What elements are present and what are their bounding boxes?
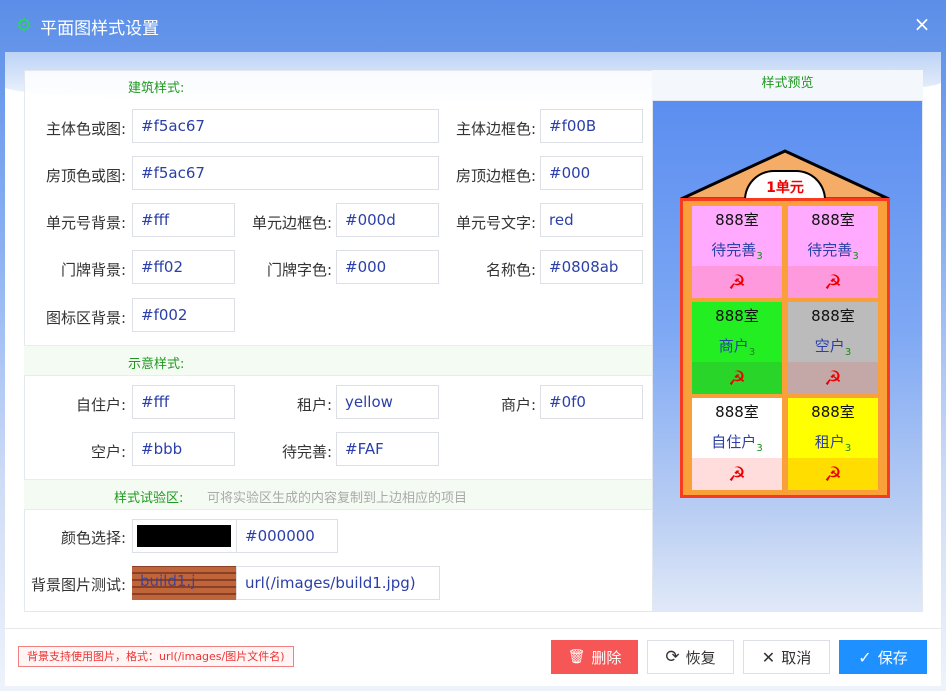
room-number: 888室	[788, 206, 878, 234]
icon-bg-label: 图标区背景:	[45, 309, 126, 327]
unit-text-label: 单元号文字:	[455, 214, 536, 232]
roof-color-input[interactable]: #f5ac67	[132, 156, 439, 190]
bg-image-overlay-text: build1.j	[140, 572, 196, 590]
owner-input[interactable]: #fff	[132, 385, 235, 419]
hammer-sickle-icon: ☭	[692, 458, 782, 490]
color-value-input[interactable]: #000000	[236, 519, 338, 553]
cancel-label: 取消	[781, 648, 812, 667]
preview-title: 样式预览	[652, 70, 923, 101]
title-bar: ⚙ 平面图样式设置	[0, 0, 946, 52]
shop-label: 商户:	[500, 396, 536, 414]
check-icon: ✓	[858, 647, 872, 667]
room-cell: 888室 待完善3 ☭	[788, 206, 878, 298]
room-status: 待完善3	[692, 234, 782, 266]
room-status: 商户3	[692, 330, 782, 362]
main-color-input[interactable]: #f5ac67	[132, 109, 439, 143]
room-cell: 888室 空户3 ☭	[788, 302, 878, 394]
vacant-input[interactable]: #bbb	[132, 432, 235, 466]
section-test-title: 样式试验区:	[114, 491, 184, 506]
name-color-label: 名称色:	[485, 261, 536, 279]
room-status: 租户3	[788, 426, 878, 458]
room-status-count: 3	[748, 347, 756, 358]
section-test-hint: 可将实验区生成的内容复制到上边相应的项目	[207, 491, 468, 506]
section-legend: 示意样式:	[24, 345, 653, 376]
room-cell: 888室 商户3 ☭	[692, 302, 782, 394]
room-status-count: 3	[852, 251, 859, 262]
roof-border-label: 房顶边框色:	[455, 167, 536, 185]
color-swatch[interactable]	[137, 525, 231, 547]
color-picker-label: 颜色选择:	[60, 529, 126, 547]
unit-border-label: 单元边框色:	[251, 214, 332, 232]
shop-input[interactable]: #0f0	[540, 385, 643, 419]
room-number: 888室	[692, 302, 782, 330]
roof-border-input[interactable]: #000	[540, 156, 643, 190]
hammer-sickle-icon: ☭	[692, 266, 782, 298]
main-border-label: 主体边框色:	[455, 120, 536, 138]
bg-url-input[interactable]: url(/images/build1.jpg)	[236, 566, 440, 600]
gear-icon: ⚙	[16, 15, 33, 36]
section-building-title: 建筑样式:	[128, 81, 185, 96]
main-color-label: 主体色或图:	[45, 120, 126, 138]
cancel-button[interactable]: ✕ 取消	[743, 640, 830, 674]
pending-input[interactable]: #FAF	[336, 432, 439, 466]
room-number: 888室	[788, 398, 878, 426]
plate-text-input[interactable]: #000	[336, 250, 439, 284]
refresh-icon: ⟳	[665, 647, 680, 667]
roof-color-label: 房顶色或图:	[45, 167, 126, 185]
tenant-label: 租户:	[296, 396, 332, 414]
save-button[interactable]: ✓ 保存	[839, 640, 927, 674]
tenant-input[interactable]: yellow	[336, 385, 439, 419]
unit-border-input[interactable]: #000d	[336, 203, 439, 237]
hammer-sickle-icon: ☭	[692, 362, 782, 394]
bg-test-label: 背景图片测试:	[30, 576, 126, 594]
name-color-input[interactable]: #0808ab	[540, 250, 643, 284]
room-status: 空户3	[788, 330, 878, 362]
plate-bg-label: 门牌背景:	[60, 261, 126, 279]
hammer-sickle-icon: ☭	[788, 458, 878, 490]
room-status-count: 3	[844, 443, 852, 454]
close-icon[interactable]: ×	[912, 14, 932, 34]
section-legend-title: 示意样式:	[128, 357, 185, 372]
unit-bg-label: 单元号背景:	[45, 214, 126, 232]
restore-label: 恢复	[685, 648, 716, 667]
room-status-count: 3	[756, 251, 763, 262]
room-status: 自住户3	[692, 426, 782, 458]
section-building: 建筑样式:	[24, 70, 653, 101]
owner-label: 自住户:	[75, 396, 126, 414]
delete-label: 删除	[591, 648, 622, 667]
main-border-input[interactable]: #f00B	[540, 109, 643, 143]
room-number: 888室	[692, 398, 782, 426]
hammer-sickle-icon: ☭	[788, 362, 878, 394]
room-number: 888室	[788, 302, 878, 330]
unit-text-input[interactable]: red	[540, 203, 643, 237]
room-status-count: 3	[844, 347, 852, 358]
room-number: 888室	[692, 206, 782, 234]
room-status: 待完善3	[788, 234, 878, 266]
room-cell: 888室 租户3 ☭	[788, 398, 878, 490]
window-title: 平面图样式设置	[40, 18, 160, 39]
x-icon: ✕	[761, 647, 776, 667]
bg-format-note: 背景支持使用图片，格式：url(/images/图片文件名)	[18, 646, 294, 667]
hammer-sickle-icon: ☭	[788, 266, 878, 298]
unit-bg-input[interactable]: #fff	[132, 203, 235, 237]
plate-text-label: 门牌字色:	[266, 261, 332, 279]
pending-label: 待完善:	[281, 443, 332, 461]
room-status-count: 3	[756, 443, 763, 454]
bg-image-preview: build1.j	[132, 566, 236, 600]
icon-bg-input[interactable]: #f002	[132, 298, 235, 332]
section-test: 样式试验区: 可将实验区生成的内容复制到上边相应的项目	[24, 479, 653, 510]
restore-button[interactable]: ⟳ 恢复	[647, 640, 734, 674]
save-label: 保存	[877, 648, 908, 667]
room-cell: 888室 待完善3 ☭	[692, 206, 782, 298]
plate-bg-input[interactable]: #ff02	[132, 250, 235, 284]
room-cell: 888室 自住户3 ☭	[692, 398, 782, 490]
trash-icon: 🗑	[567, 649, 586, 665]
delete-button[interactable]: 🗑 删除	[551, 640, 638, 674]
vacant-label: 空户:	[90, 443, 126, 461]
